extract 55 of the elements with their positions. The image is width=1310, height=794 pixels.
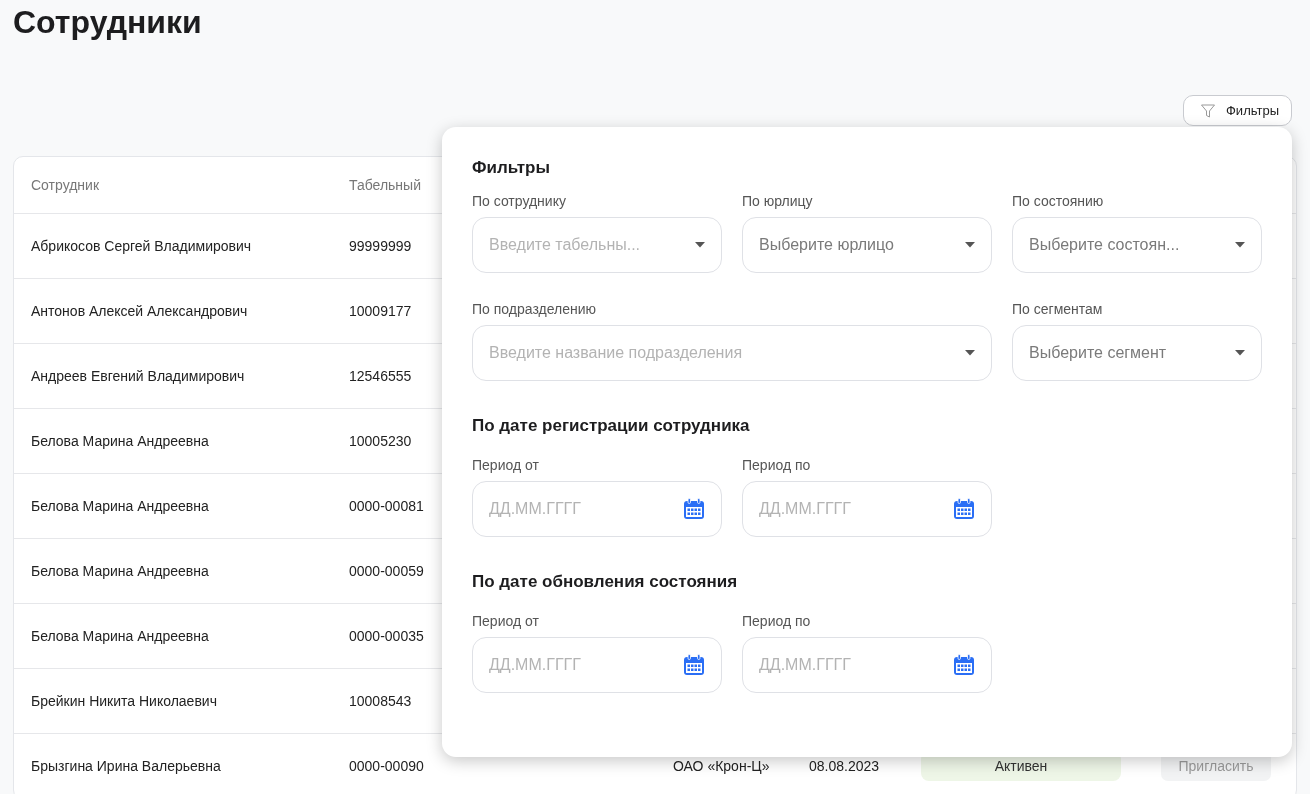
- field-label: Период по: [742, 457, 812, 473]
- table-cell: Абрикосов Сергей Владимирович: [31, 238, 252, 254]
- field-label: По подразделению: [472, 301, 597, 317]
- input-field[interactable]: Введите табельны...: [472, 217, 722, 273]
- page-title: Сотрудники: [13, 3, 203, 41]
- date-field[interactable]: ДД.ММ.ГГГГ: [742, 637, 992, 693]
- section-heading: По дате регистрации сотрудника: [472, 415, 751, 437]
- column-header: Сотрудник: [31, 177, 100, 193]
- caret-icon: [964, 241, 976, 249]
- section-heading: По дате обновления состояния: [472, 571, 739, 593]
- caret-icon: [1234, 349, 1246, 357]
- table-cell: Белова Марина Андреевна: [31, 433, 209, 449]
- table-cell: 0000-00090: [349, 758, 424, 774]
- select-field[interactable]: Выберите сегмент: [1012, 325, 1262, 381]
- calendar-icon: [952, 497, 976, 521]
- select-field[interactable]: Выберите юрлицо: [742, 217, 992, 273]
- filter-icon: [1200, 102, 1216, 119]
- input-field[interactable]: Введите название подразделения: [472, 325, 992, 381]
- date-field[interactable]: ДД.ММ.ГГГГ: [742, 481, 992, 537]
- filters-button[interactable]: Фильтры: [1183, 95, 1292, 126]
- table-cell: Брызгина Ирина Валерьевна: [31, 758, 221, 774]
- field-label: По сотруднику: [472, 193, 567, 209]
- caret-icon: [1234, 241, 1246, 249]
- calendar-icon: [952, 653, 976, 677]
- field-label: Период от: [472, 613, 540, 629]
- field-label: По юрлицу: [742, 193, 814, 209]
- table-cell: 10008543: [349, 693, 412, 709]
- table-cell: Антонов Алексей Александрович: [31, 303, 248, 319]
- section-heading: Фильтры: [472, 157, 551, 179]
- table-cell: 99999999: [349, 238, 412, 254]
- table-cell: 0000-00059: [349, 563, 424, 579]
- field-label: По сегментам: [1012, 301, 1104, 317]
- select-field[interactable]: Выберите состоян...: [1012, 217, 1262, 273]
- table-cell: 10005230: [349, 433, 412, 449]
- table-cell: 0000-00035: [349, 628, 424, 644]
- table-cell: Белова Марина Андреевна: [31, 628, 209, 644]
- date-field[interactable]: ДД.ММ.ГГГГ: [472, 481, 722, 537]
- field-label: Период по: [742, 613, 812, 629]
- table-cell: ОАО «Крон-Ц»: [673, 758, 770, 774]
- table-cell: 08.08.2023: [809, 758, 880, 774]
- calendar-icon: [682, 497, 706, 521]
- table-cell: Белова Марина Андреевна: [31, 563, 209, 579]
- calendar-icon: [682, 653, 706, 677]
- table-cell: Брейкин Никита Николаевич: [31, 693, 217, 709]
- field-label: Период от: [472, 457, 540, 473]
- table-cell: 0000-00081: [349, 498, 424, 514]
- table-cell: 12546555: [349, 368, 412, 384]
- column-header: Табельный: [349, 177, 422, 193]
- date-field[interactable]: ДД.ММ.ГГГГ: [472, 637, 722, 693]
- table-cell: 10009177: [349, 303, 412, 319]
- caret-icon: [964, 349, 976, 357]
- table-cell: Андреев Евгений Владимирович: [31, 368, 245, 384]
- table-cell: Белова Марина Андреевна: [31, 498, 209, 514]
- caret-icon: [694, 241, 706, 249]
- field-label: По состоянию: [1012, 193, 1105, 209]
